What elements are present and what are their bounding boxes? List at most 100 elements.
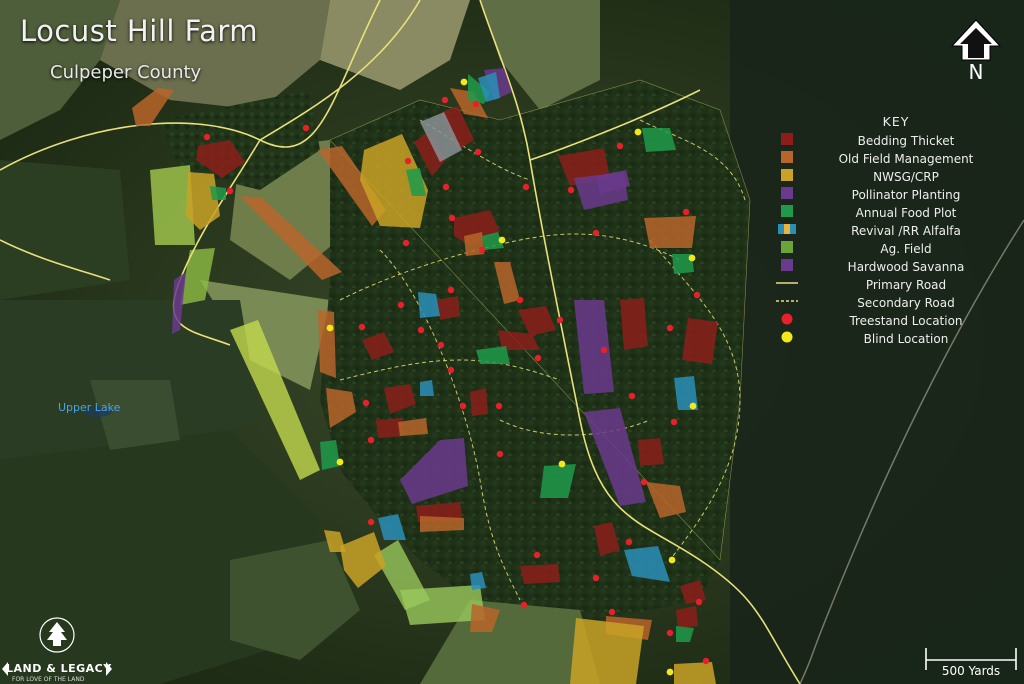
legend-item: Annual Food Plot xyxy=(776,205,986,223)
legend-symbol xyxy=(781,133,793,145)
legend-label: NWSG/CRP xyxy=(873,170,939,184)
blind-marker xyxy=(668,556,676,564)
treestand-marker xyxy=(516,296,524,304)
treestand-marker xyxy=(600,346,608,354)
map-legend: KEY Bedding Thicket Old Field Management N… xyxy=(776,114,986,349)
legend-item: Old Field Management xyxy=(776,151,986,169)
farm-map: Locust Hill Farm Culpeper County N KEY B… xyxy=(0,0,1024,684)
scale-label: 500 Yards xyxy=(941,664,1001,678)
blind-marker xyxy=(689,402,697,410)
blind-marker xyxy=(666,668,674,676)
habitat-zone xyxy=(420,380,434,396)
legend-symbol xyxy=(781,151,793,163)
legend-label: Old Field Management xyxy=(838,152,974,166)
habitat-zone xyxy=(470,388,488,416)
treestand-marker xyxy=(625,538,633,546)
habitat-zone xyxy=(420,516,464,532)
legend-label: Pollinator Planting xyxy=(851,188,961,202)
habitat-zone xyxy=(318,310,336,378)
legend-label: Treestand Location xyxy=(849,314,963,328)
legend-symbol xyxy=(776,300,798,302)
lake-label: Upper Lake xyxy=(58,401,121,414)
legend-label: Secondary Road xyxy=(857,296,955,310)
habitat-zone xyxy=(570,618,644,684)
blind-marker xyxy=(326,324,334,332)
legend-item: NWSG/CRP xyxy=(776,169,986,187)
treestand-marker xyxy=(404,157,412,165)
treestand-marker xyxy=(534,354,542,362)
map-title: Locust Hill Farm xyxy=(20,14,259,48)
treestand-marker xyxy=(367,436,375,444)
legend-label: Revival /RR Alfalfa xyxy=(851,224,961,238)
treestand-marker xyxy=(447,366,455,374)
treestand-marker xyxy=(417,326,425,334)
legend-item: Treestand Location xyxy=(776,313,986,331)
legend-title: KEY xyxy=(882,114,910,129)
habitat-zone xyxy=(638,438,664,466)
treestand-marker xyxy=(693,291,701,299)
treestand-marker xyxy=(556,316,564,324)
treestand-marker xyxy=(203,133,211,141)
logo-name: LAND & LEGACY xyxy=(6,662,112,675)
habitat-zone xyxy=(210,186,226,200)
treestand-marker xyxy=(496,450,504,458)
treestand-marker xyxy=(495,402,503,410)
habitat-zone xyxy=(644,216,696,248)
treestand-marker xyxy=(478,246,486,254)
legend-label: Blind Location xyxy=(863,332,949,346)
blind-marker xyxy=(634,128,642,136)
treestand-marker xyxy=(522,183,530,191)
legend-item: Pollinator Planting xyxy=(776,187,986,205)
legend-symbol xyxy=(781,187,793,199)
treestand-marker xyxy=(402,239,410,247)
treestand-marker xyxy=(472,100,480,108)
treestand-marker xyxy=(302,124,310,132)
treestand-marker xyxy=(666,629,674,637)
legend-item: Revival /RR Alfalfa xyxy=(776,223,986,241)
habitat-zone xyxy=(682,318,718,364)
legend-item: Secondary Road xyxy=(776,295,986,313)
treestand-marker xyxy=(533,551,541,559)
legend-symbol xyxy=(781,241,793,253)
legend-item: Ag. Field xyxy=(776,241,986,259)
legend-item: Primary Road xyxy=(776,277,986,295)
blind-marker xyxy=(558,460,566,468)
legend-symbol xyxy=(778,224,796,234)
habitat-zone xyxy=(436,296,460,320)
treestand-marker xyxy=(358,323,366,331)
legend-label: Bedding Thicket xyxy=(857,134,955,148)
treestand-marker xyxy=(702,657,710,665)
treestand-marker xyxy=(616,142,624,150)
treestand-marker xyxy=(666,324,674,332)
treestand-marker xyxy=(442,183,450,191)
blind-marker xyxy=(688,254,696,262)
blind-marker xyxy=(498,236,506,244)
treestand-marker xyxy=(640,478,648,486)
treestand-marker xyxy=(695,598,703,606)
treestand-marker xyxy=(437,341,445,349)
treestand-marker xyxy=(226,187,234,195)
legend-label: Hardwood Savanna xyxy=(847,260,965,274)
legend-label: Primary Road xyxy=(865,278,947,292)
map-subtitle: Culpeper County xyxy=(50,62,202,83)
legend-symbol xyxy=(781,205,793,217)
habitat-zone xyxy=(642,128,676,152)
blind-marker xyxy=(460,78,468,86)
logo-tagline: FOR LOVE OF THE LAND xyxy=(12,676,85,683)
legend-item: Bedding Thicket xyxy=(776,133,986,151)
treestand-marker xyxy=(447,286,455,294)
treestand-marker xyxy=(397,301,405,309)
treestand-marker xyxy=(670,418,678,426)
treestand-marker xyxy=(367,518,375,526)
north-label: N xyxy=(968,60,984,84)
legend-label: Annual Food Plot xyxy=(855,206,957,220)
legend-item: Hardwood Savanna xyxy=(776,259,986,277)
legend-symbol xyxy=(781,169,793,181)
legend-label: Ag. Field xyxy=(880,242,932,256)
treestand-marker xyxy=(608,608,616,616)
legend-symbol xyxy=(781,331,793,343)
treestand-marker xyxy=(567,186,575,194)
treestand-marker xyxy=(474,148,482,156)
treestand-marker xyxy=(520,601,528,609)
habitat-zone xyxy=(674,662,716,684)
